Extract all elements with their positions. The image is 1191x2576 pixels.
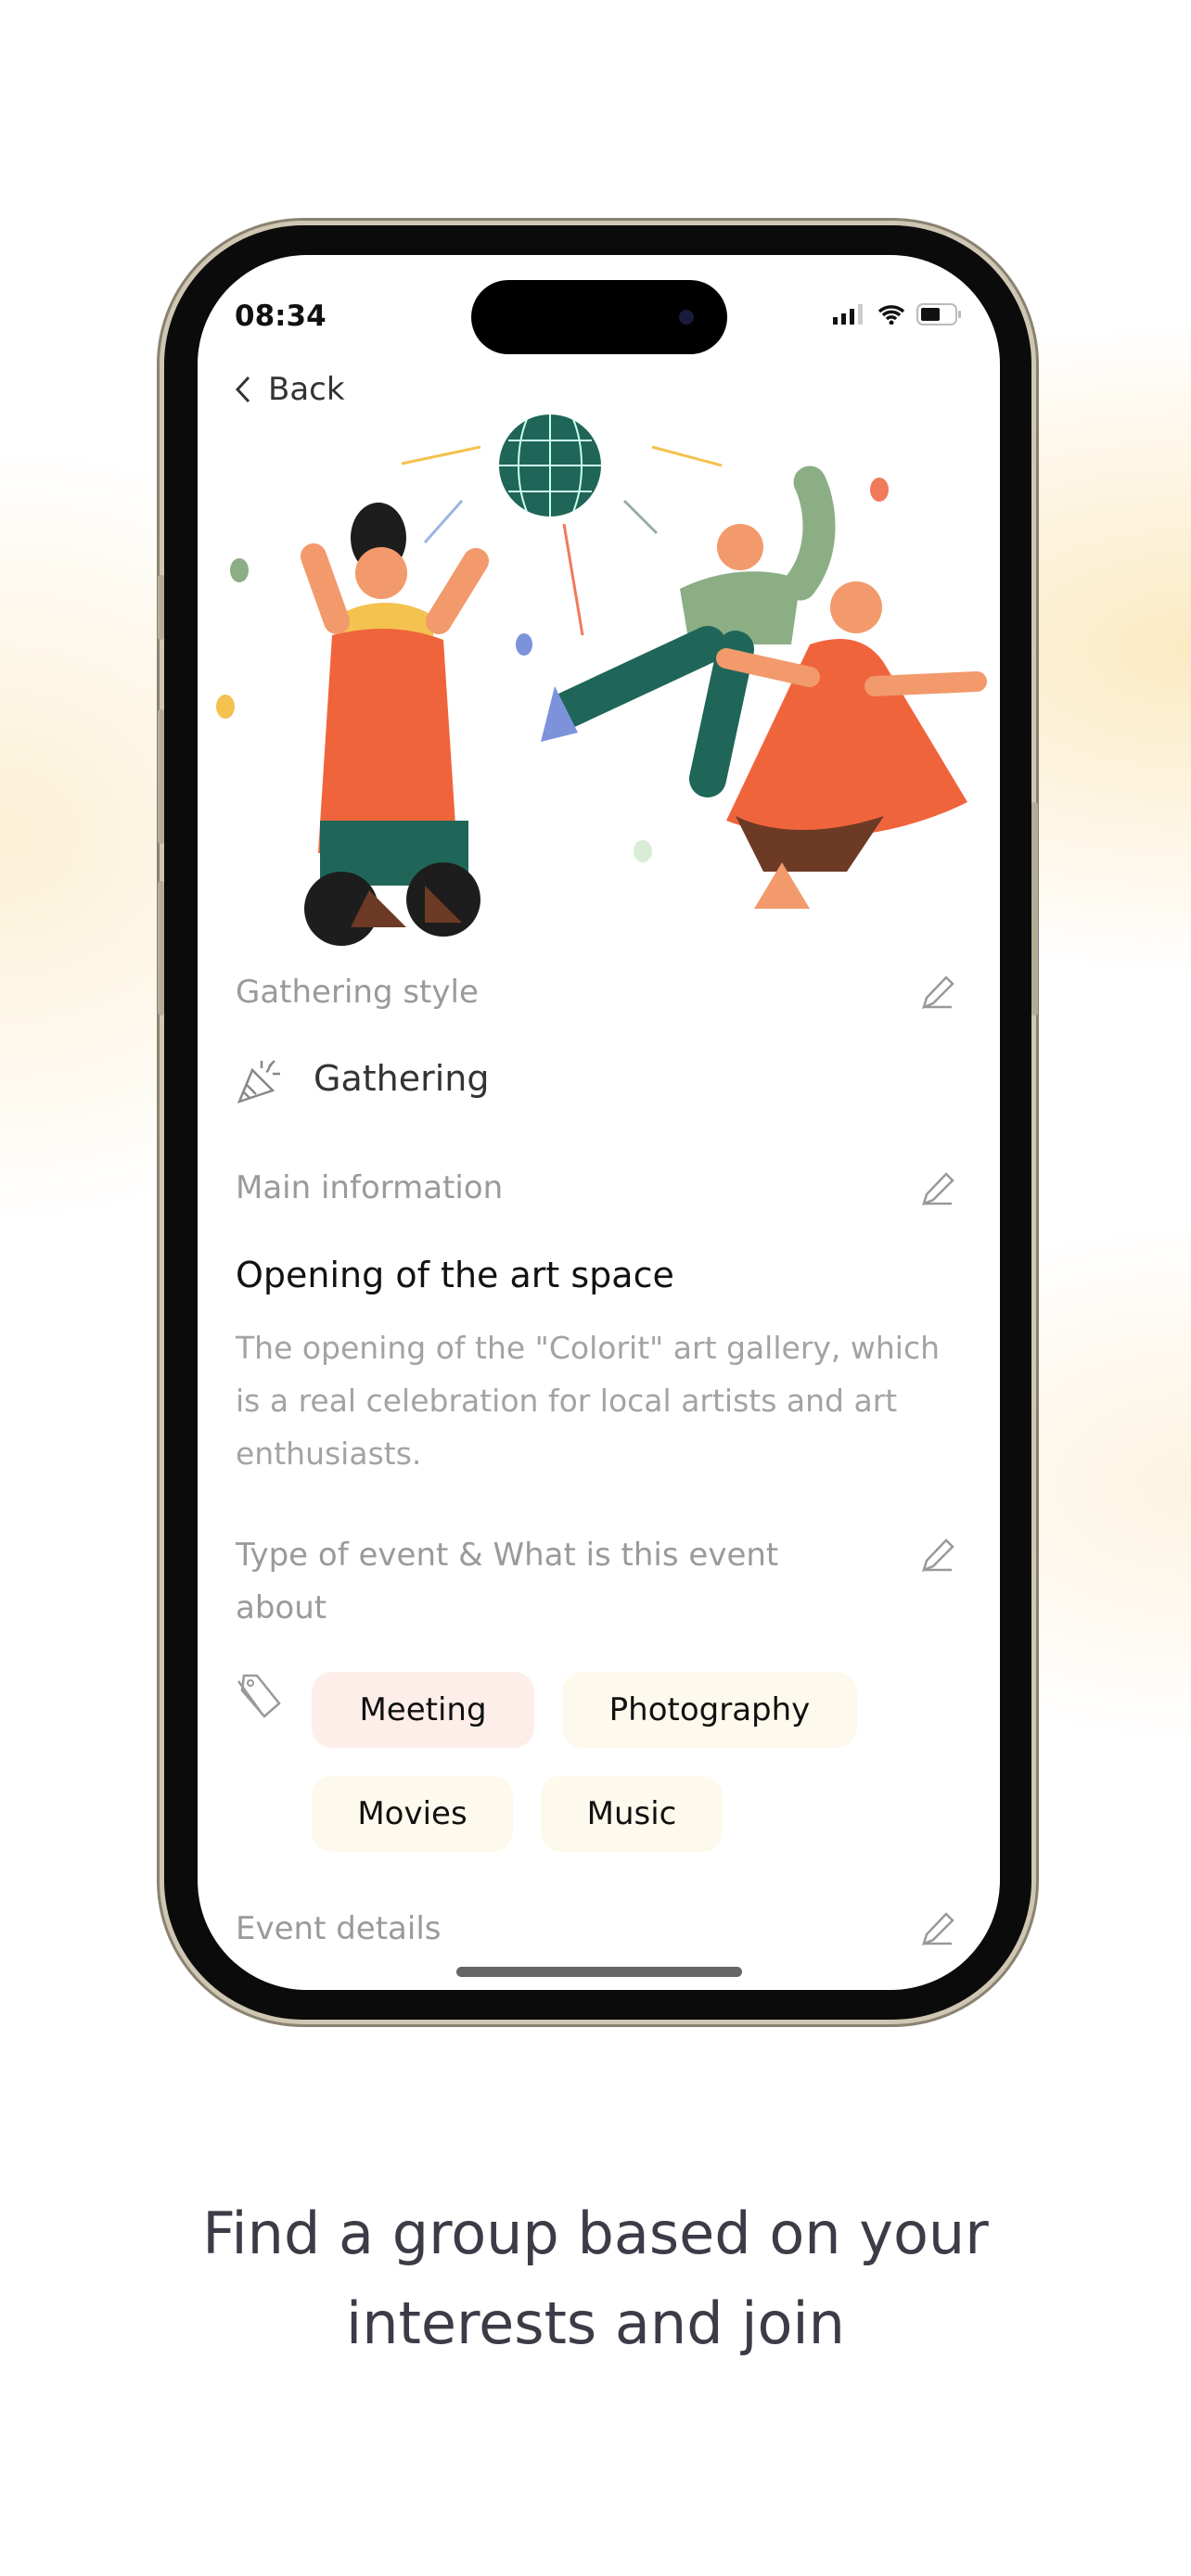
event-details-label: Event details <box>236 1910 442 1947</box>
app-screen: 08:34 Back Gathering style Gathering Mai… <box>198 255 1000 1990</box>
event-description: The opening of the "Colorit" art gallery… <box>236 1330 941 1472</box>
caption-line-2: interests and join <box>346 2289 845 2357</box>
wifi-icon <box>877 305 905 325</box>
volume-up-button <box>158 709 164 844</box>
tag-chip-music[interactable]: Music <box>541 1776 723 1852</box>
power-button <box>1031 802 1038 1015</box>
edit-pencil-icon[interactable] <box>918 1908 959 1949</box>
home-indicator[interactable] <box>456 1967 742 1977</box>
gathering-style-label: Gathering style <box>236 974 479 1011</box>
dancing-people-illustration <box>216 414 987 946</box>
chevron-left-icon <box>235 376 250 403</box>
event-title: Opening of the art space <box>236 1255 674 1295</box>
status-icons <box>833 303 963 325</box>
tag-chip-meeting[interactable]: Meeting <box>312 1672 534 1748</box>
party-popper-icon <box>237 1060 280 1104</box>
dynamic-island <box>471 280 727 354</box>
edit-pencil-icon[interactable] <box>918 1535 959 1575</box>
signal-icon <box>833 304 863 325</box>
event-type-label: Type of event & What is this event about <box>236 1537 779 1626</box>
gathering-style-value: Gathering <box>314 1058 490 1099</box>
battery-icon <box>916 303 961 325</box>
action-button <box>158 575 164 640</box>
volume-down-button <box>158 881 164 1015</box>
back-label: Back <box>268 371 345 408</box>
camera-icon <box>679 310 694 325</box>
main-information-label: Main information <box>236 1169 504 1206</box>
tag-icon <box>237 1674 281 1718</box>
marketing-caption: Find a group based on your interests and… <box>0 2188 1191 2368</box>
back-button[interactable]: Back <box>235 371 345 408</box>
edit-pencil-icon[interactable] <box>918 1168 959 1209</box>
status-time: 08:34 <box>235 300 327 333</box>
edit-pencil-icon[interactable] <box>918 972 959 1013</box>
tag-chip-photography[interactable]: Photography <box>562 1672 857 1748</box>
caption-line-1: Find a group based on your <box>202 2200 989 2267</box>
tag-chip-movies[interactable]: Movies <box>312 1776 513 1852</box>
